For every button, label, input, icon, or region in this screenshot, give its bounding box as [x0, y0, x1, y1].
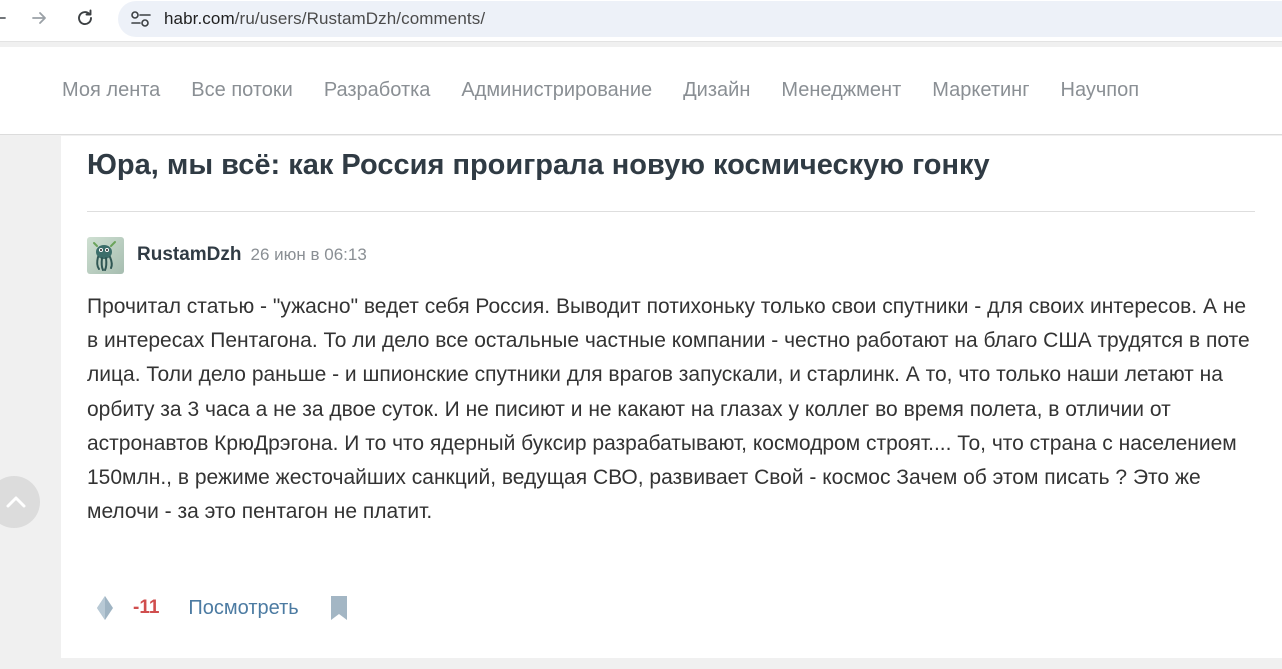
- scroll-to-top-button[interactable]: [0, 476, 40, 528]
- forward-button[interactable]: [26, 5, 52, 31]
- comment-meta: RustamDzh 26 июн в 06:13: [87, 236, 367, 274]
- comment-author[interactable]: RustamDzh: [137, 244, 242, 266]
- view-link[interactable]: Посмотреть: [188, 597, 298, 620]
- bookmark-icon[interactable]: [329, 595, 349, 621]
- nav-item-administration[interactable]: Администрирование: [461, 78, 652, 102]
- nav-item-all-streams[interactable]: Все потоки: [191, 78, 293, 102]
- arrow-left-icon: [0, 17, 6, 19]
- reload-icon: [78, 9, 92, 26]
- comment-footer: -11 Посмотреть: [95, 594, 349, 622]
- back-button[interactable]: [0, 5, 12, 31]
- nav-item-marketing[interactable]: Маркетинг: [932, 78, 1029, 102]
- title-divider: [87, 211, 1255, 212]
- comment-score: -11: [133, 597, 160, 618]
- browser-toolbar: habr.com/ru/users/RustamDzh/comments/: [0, 0, 1282, 42]
- vote-diamond-icon[interactable]: [95, 595, 115, 621]
- avatar[interactable]: [87, 236, 124, 274]
- chevron-up-icon: [6, 496, 26, 508]
- address-bar[interactable]: habr.com/ru/users/RustamDzh/comments/: [118, 1, 1282, 37]
- habr-nav-bar: Моя лента Все потоки Разработка Админист…: [0, 47, 1282, 135]
- nav-item-design[interactable]: Дизайн: [683, 78, 750, 102]
- site-info-button[interactable]: [130, 9, 152, 29]
- nav-item-development[interactable]: Разработка: [324, 78, 431, 102]
- comment-card: Юра, мы всё: как Россия проиграла новую …: [61, 136, 1282, 658]
- url-host: habr.com: [164, 9, 235, 28]
- url-path: /ru/users/RustamDzh/comments/: [234, 9, 486, 28]
- habr-nav-list: Моя лента Все потоки Разработка Админист…: [62, 78, 1170, 102]
- nav-item-management[interactable]: Менеджмент: [781, 78, 901, 102]
- url-text: habr.com/ru/users/RustamDzh/comments/: [164, 9, 485, 29]
- comment-date[interactable]: 26 июн в 06:13: [251, 245, 367, 265]
- comment-text: Прочитал статью - "ужасно" ведет себя Ро…: [87, 295, 1250, 524]
- nav-item-popsci[interactable]: Научпоп: [1061, 78, 1140, 102]
- reload-button[interactable]: [72, 5, 98, 31]
- article-title-link[interactable]: Юра, мы всё: как Россия проиграла новую …: [87, 148, 990, 182]
- nav-item-my-feed[interactable]: Моя лента: [62, 78, 160, 102]
- tune-icon: [131, 11, 151, 27]
- arrow-right-icon: [32, 12, 46, 24]
